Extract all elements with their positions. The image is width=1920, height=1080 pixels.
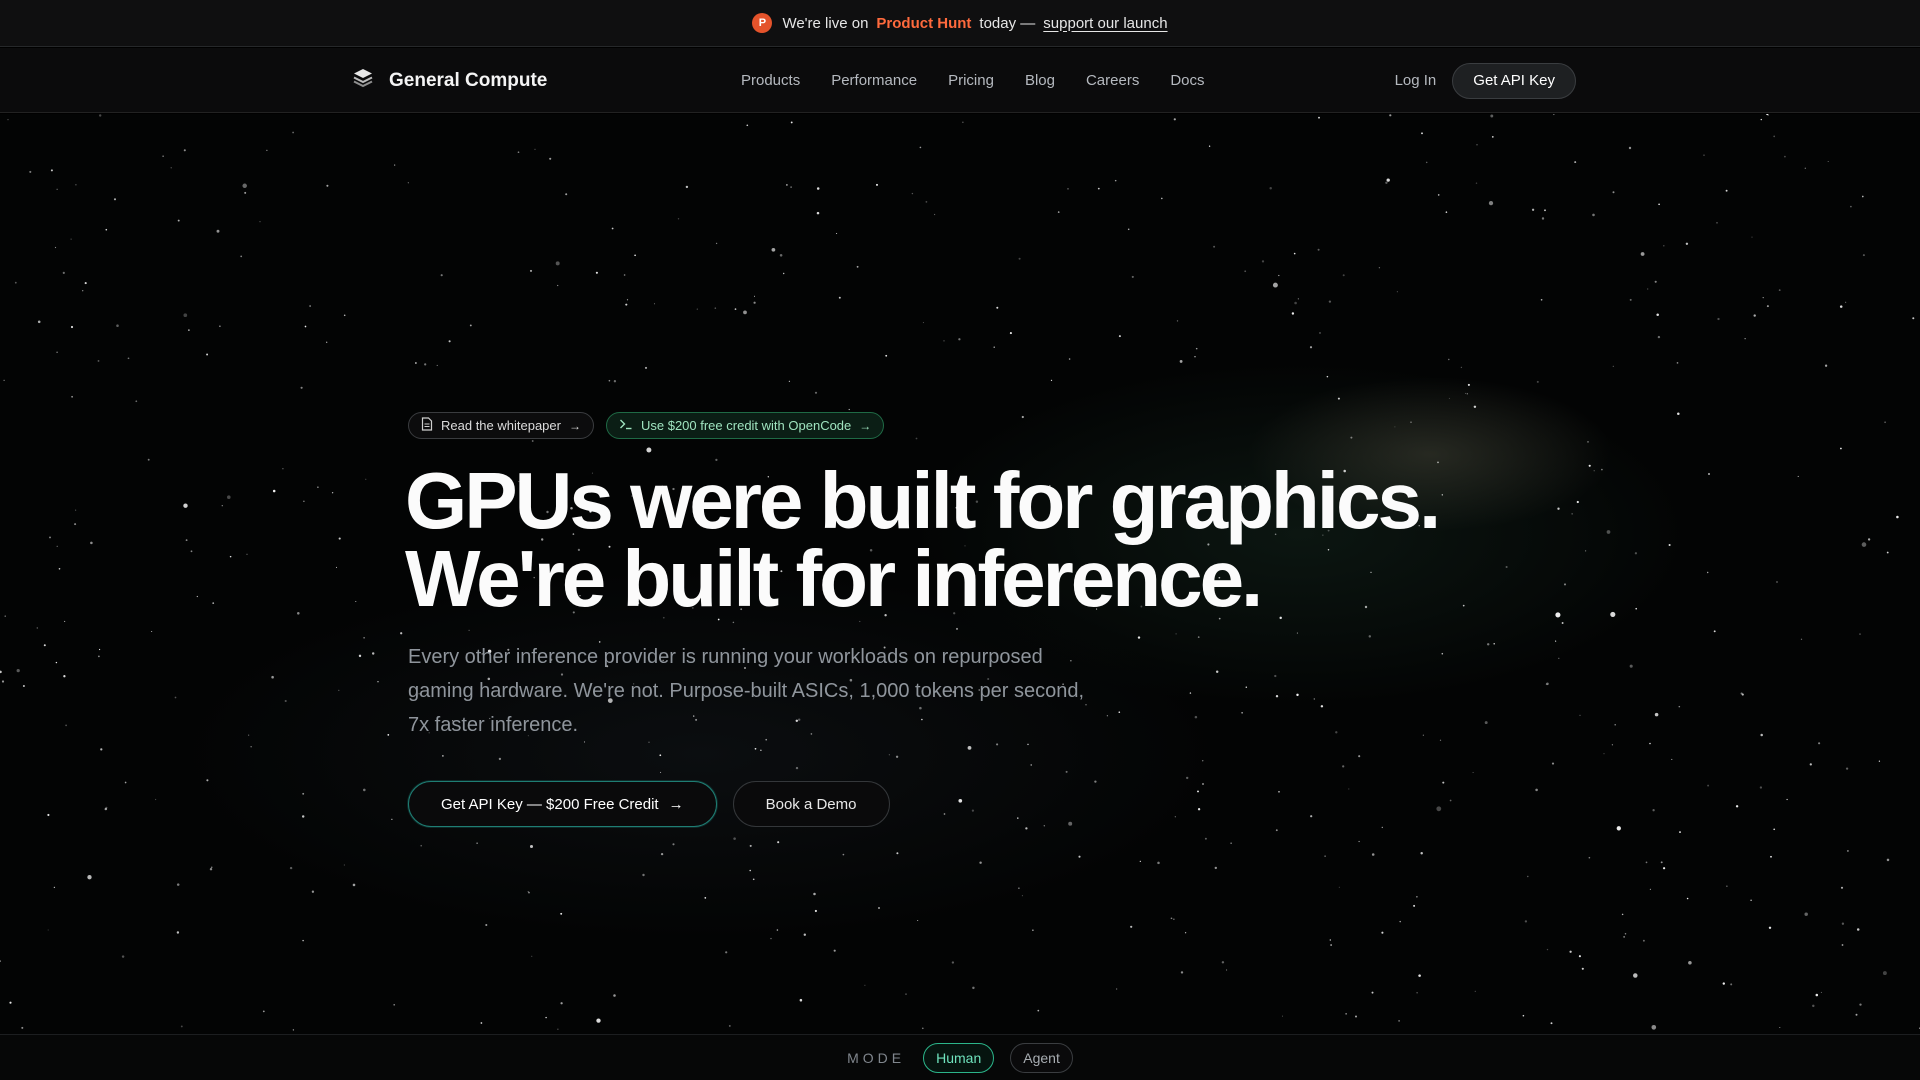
announcement-prefix: We're live on [782, 14, 869, 32]
brand-logo-link[interactable]: General Compute [351, 48, 547, 113]
hero-headline: GPUs were built for graphics. We're buil… [405, 461, 1505, 619]
headline-line-1: GPUs were built for graphics. [405, 456, 1441, 545]
arrow-right-icon: → [568, 418, 581, 433]
mode-human-toggle[interactable]: Human [923, 1042, 995, 1073]
arrow-right-icon: → [668, 795, 684, 813]
mode-bar: MODE Human Agent [0, 1034, 1920, 1080]
login-link[interactable]: Log In [1395, 72, 1437, 89]
nav-link-pricing[interactable]: Pricing [948, 72, 994, 89]
top-nav: General Compute Products Performance Pri… [0, 48, 1920, 113]
document-icon [421, 417, 433, 434]
mode-label: MODE [847, 1049, 906, 1066]
brand-name: General Compute [389, 69, 548, 91]
nav-actions: Log In Get API Key [1395, 48, 1576, 113]
opencode-credit-pill[interactable]: Use $200 free credit with OpenCode → [605, 412, 885, 439]
nav-link-blog[interactable]: Blog [1025, 72, 1055, 89]
terminal-prompt-icon [619, 418, 633, 433]
book-demo-button[interactable]: Book a Demo [732, 781, 890, 827]
announcement-bar: P We're live on Product Hunt today — sup… [0, 0, 1920, 47]
product-hunt-icon: P [752, 13, 773, 33]
nav-link-products[interactable]: Products [741, 72, 800, 89]
nav-link-docs[interactable]: Docs [1170, 72, 1204, 89]
hero-subtext: Every other inference provider is runnin… [408, 646, 1085, 736]
product-hunt-link[interactable]: Product Hunt [876, 15, 971, 32]
nav-link-performance[interactable]: Performance [831, 72, 917, 89]
nav-links: Products Performance Pricing Blog Career… [741, 48, 1236, 113]
hero-pills: Read the whitepaper → Use $200 free cred… [408, 412, 885, 439]
whitepaper-pill[interactable]: Read the whitepaper → [408, 412, 594, 439]
headline-line-2: We're built for inference. [405, 534, 1263, 623]
announcement-middle: today — [979, 14, 1036, 32]
mode-agent-toggle[interactable]: Agent [1010, 1042, 1073, 1073]
cta-primary-label: Get API Key — $200 Free Credit [441, 795, 659, 813]
get-api-key-credit-button[interactable]: Get API Key — $200 Free Credit → [408, 781, 717, 827]
get-api-key-button[interactable]: Get API Key [1452, 62, 1576, 99]
hero-cta-row: Get API Key — $200 Free Credit → Book a … [408, 781, 890, 827]
whitepaper-label: Read the whitepaper [441, 418, 561, 433]
stacked-layers-icon [351, 66, 375, 95]
opencode-credit-label: Use $200 free credit with OpenCode [640, 418, 852, 433]
arrow-right-icon: → [859, 418, 872, 433]
support-launch-link[interactable]: support our launch [1043, 15, 1167, 32]
nav-link-careers[interactable]: Careers [1086, 72, 1139, 89]
